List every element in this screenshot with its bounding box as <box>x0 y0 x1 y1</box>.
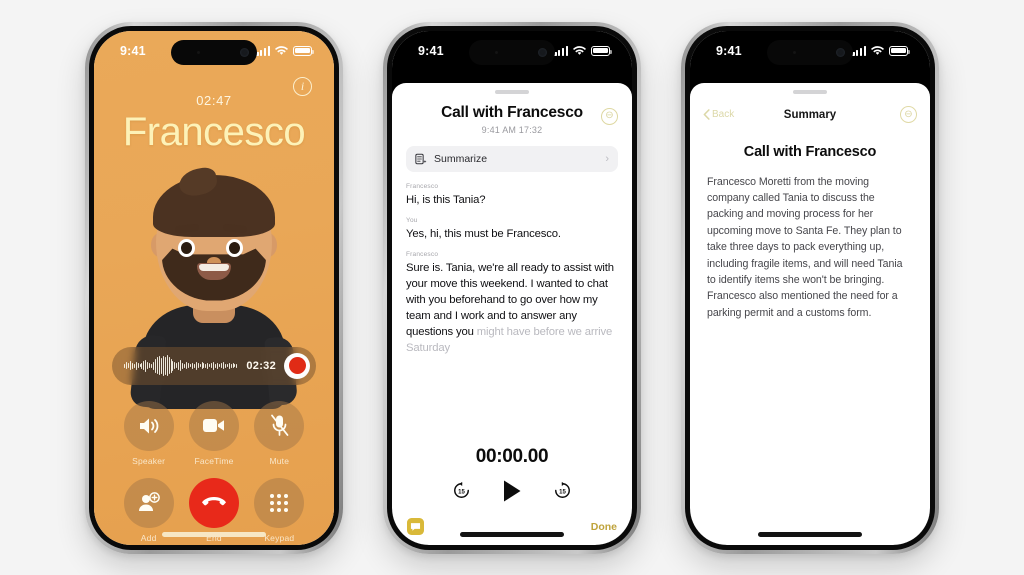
call-controls: Speaker FaceTime Mute Add End Keypad <box>94 400 334 543</box>
sheet-subtitle: 9:41 AM 17:32 <box>481 124 543 135</box>
home-indicator[interactable] <box>758 532 862 537</box>
transcript-sheet: Call with Francesco 9:41 AM 17:32 ⊖ Summ… <box>392 82 632 545</box>
recording-time: 02:32 <box>246 359 276 372</box>
skip-back-15-icon[interactable]: 15 <box>452 481 471 500</box>
phone-bezel: 9:41 <box>89 25 339 550</box>
wifi-icon <box>275 45 288 55</box>
transcript-speaker: You <box>406 216 418 224</box>
control-speaker[interactable]: Speaker <box>116 400 181 466</box>
end-call-icon <box>188 477 239 528</box>
transcript-entry: Francesco Sure is. Tania, we're all read… <box>406 251 618 356</box>
audio-waveform <box>124 355 239 377</box>
phone-bezel: 9:41 <box>387 25 637 550</box>
call-screen: 9:41 i 02:47 Francesco 02:32 Speaker Fac… <box>94 30 334 545</box>
status-time: 9:41 <box>120 43 146 58</box>
control-label: Speaker <box>132 455 166 466</box>
svg-text:15: 15 <box>559 489 566 495</box>
summary-body: Francesco Moretti from the moving compan… <box>707 175 903 319</box>
battery-icon <box>591 45 612 56</box>
phone2-screen: 9:41 Call with Francesco 9:41 AM 17:32 ⊖… <box>392 30 632 545</box>
speaker-icon <box>123 400 174 451</box>
apple-intelligence-badge-icon[interactable]: ⊖ <box>900 106 917 123</box>
transcript-screen: 9:41 Call with Francesco 9:41 AM 17:32 ⊖… <box>392 30 632 545</box>
back-label: Back <box>712 109 735 120</box>
control-label: Keypad <box>264 532 295 543</box>
chevron-right-icon: › <box>605 152 609 165</box>
dynamic-island <box>171 39 257 65</box>
transcript-list[interactable]: Francesco Hi, is this Tania? You Yes, hi… <box>392 172 632 446</box>
status-indicators <box>256 45 314 56</box>
front-camera-icon <box>240 47 249 57</box>
summary-title: Call with Francesco <box>743 143 877 160</box>
summarize-doc-icon <box>415 153 427 164</box>
message-transcript-icon[interactable] <box>407 518 424 535</box>
cellular-signal-icon <box>256 46 270 56</box>
phone3-screen: 9:41 Back Summary ⊖ Call with Francesco … <box>690 30 930 545</box>
cellular-signal-icon <box>852 46 866 56</box>
status-indicators <box>554 45 612 56</box>
mic-off-icon <box>254 400 305 451</box>
home-indicator[interactable] <box>460 532 564 537</box>
wifi-icon <box>573 45 586 55</box>
phone-device-summary: 9:41 Back Summary ⊖ Call with Francesco … <box>681 21 939 554</box>
front-camera-icon <box>538 47 547 57</box>
control-label: Add <box>140 532 157 543</box>
transcript-text: Sure is. Tania, we're all ready to assis… <box>406 260 618 356</box>
play-button[interactable] <box>501 479 523 503</box>
phone-bezel: 9:41 <box>685 25 935 550</box>
phone-device-transcript: 9:41 Call with Francesco 9:41 AM 17:32 ⊖… <box>383 21 641 554</box>
cellular-signal-icon <box>554 46 568 56</box>
status-indicators <box>852 45 910 56</box>
summary-screen: 9:41 Back Summary ⊖ Call with Francesco … <box>690 30 930 545</box>
call-recording-bar[interactable]: 02:32 <box>112 346 316 385</box>
transcript-text: Yes, hi, this must be Francesco. <box>406 227 561 240</box>
front-camera-icon <box>836 47 845 57</box>
dynamic-island <box>469 39 555 65</box>
wifi-icon <box>871 45 884 55</box>
summary-sheet: Back Summary ⊖ Call with Francesco Franc… <box>690 82 930 545</box>
keypad-icon <box>254 477 305 528</box>
status-time: 9:41 <box>716 43 742 58</box>
status-time: 9:41 <box>418 43 444 58</box>
transcript-text: Hi, is this Tania? <box>406 193 486 206</box>
transcript-entry: You Yes, hi, this must be Francesco. <box>406 217 618 242</box>
done-button[interactable]: Done <box>591 521 617 533</box>
sheet-title: Call with Francesco <box>441 103 583 121</box>
caller-name: Francesco <box>122 109 306 154</box>
summarize-button[interactable]: Summarize › <box>406 145 618 172</box>
sheet-footer: Done <box>392 509 632 545</box>
summarize-label: Summarize <box>434 152 488 165</box>
summary-nav-bar: Back Summary ⊖ <box>690 100 930 130</box>
control-mute[interactable]: Mute <box>247 400 312 466</box>
record-stop-button[interactable] <box>284 352 310 379</box>
phone-device-call: 9:41 i 02:47 Francesco 02:32 Speaker Fac… <box>85 21 343 554</box>
svg-text:15: 15 <box>458 489 465 495</box>
call-info-icon[interactable]: i <box>293 76 312 96</box>
add-call-icon <box>123 477 174 528</box>
transcript-speaker: Francesco <box>406 250 439 258</box>
player-time: 00:00.00 <box>475 445 549 467</box>
battery-icon <box>889 45 910 56</box>
phone1-screen: 9:41 i 02:47 Francesco 02:32 Speaker Fac… <box>94 30 334 545</box>
transcript-speaker: Francesco <box>406 182 439 190</box>
battery-icon <box>293 45 314 56</box>
chevron-left-icon <box>703 109 710 120</box>
audio-player: 00:00.00 15 15 <box>392 446 632 509</box>
sheet-header: Call with Francesco 9:41 AM 17:32 ⊖ <box>392 94 632 135</box>
control-label: FaceTime <box>194 455 234 466</box>
player-buttons: 15 15 <box>392 479 632 503</box>
skip-forward-15-icon[interactable]: 15 <box>553 481 572 500</box>
video-icon <box>188 400 239 451</box>
control-label: Mute <box>269 455 290 466</box>
screenshot-stage: 9:41 i 02:47 Francesco 02:32 Speaker Fac… <box>0 0 1024 575</box>
control-facetime[interactable]: FaceTime <box>181 400 246 466</box>
dynamic-island <box>767 39 853 65</box>
transcript-entry: Francesco Hi, is this Tania? <box>406 183 618 208</box>
home-indicator[interactable] <box>162 532 266 537</box>
back-button[interactable]: Back <box>703 109 734 120</box>
sheet-grabber[interactable] <box>793 89 827 94</box>
apple-intelligence-badge-icon[interactable]: ⊖ <box>601 107 618 125</box>
